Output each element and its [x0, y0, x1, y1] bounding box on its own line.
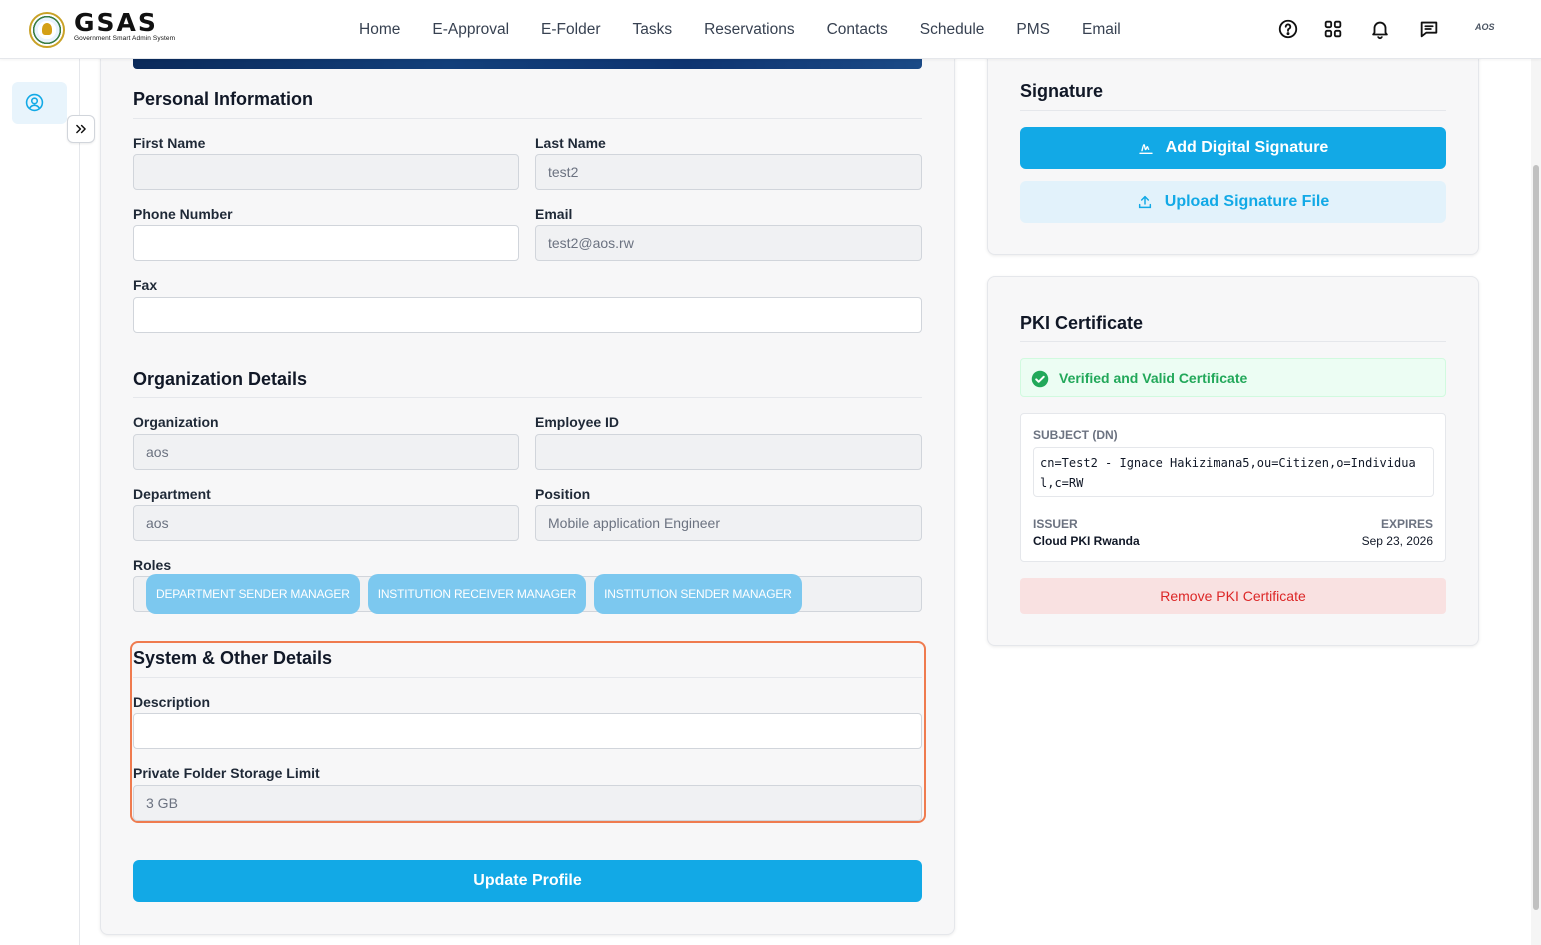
- role-chip: DEPARTMENT SENDER MANAGER: [146, 574, 360, 614]
- expires-value: Sep 23, 2026: [1361, 534, 1433, 548]
- roles-label: Roles: [133, 557, 172, 573]
- fax-field[interactable]: [133, 297, 922, 333]
- expires-label: EXPIRES: [1380, 517, 1433, 531]
- nav-email[interactable]: Email: [1066, 21, 1137, 39]
- apps-grid-icon[interactable]: [1322, 18, 1344, 40]
- logo-subtitle: Government Smart Admin System: [74, 35, 176, 42]
- pki-title: PKI Certificate: [1020, 313, 1144, 333]
- certificate-details: SUBJECT (DN) cn=Test2 - Ignace Hakiziman…: [1020, 413, 1446, 562]
- organization-field[interactable]: aos: [133, 434, 519, 470]
- sidebar-item-profile[interactable]: [12, 82, 67, 124]
- top-bar: GSAS Government Smart Admin System Home …: [0, 0, 1541, 59]
- chevrons-right-icon: [76, 124, 86, 134]
- first-name-label: First Name: [133, 135, 206, 151]
- certificate-status-text: Verified and Valid Certificate: [1059, 370, 1248, 386]
- side-rail: [0, 59, 95, 945]
- update-profile-button[interactable]: Update Profile: [133, 860, 922, 902]
- nav-contacts[interactable]: Contacts: [811, 21, 904, 39]
- remove-pki-certificate-button[interactable]: Remove PKI Certificate: [1020, 578, 1446, 614]
- upload-icon: [1138, 195, 1151, 209]
- check-circle-icon: [1031, 370, 1049, 388]
- chat-icon[interactable]: [1418, 18, 1440, 40]
- first-name-field[interactable]: [133, 154, 519, 190]
- fax-label: Fax: [133, 277, 158, 293]
- issuer-value: Cloud PKI Rwanda: [1033, 534, 1140, 548]
- bell-icon[interactable]: [1369, 18, 1391, 40]
- user-circle-icon: [25, 93, 44, 112]
- nav-tasks[interactable]: Tasks: [616, 21, 688, 39]
- department-field[interactable]: aos: [133, 505, 519, 541]
- role-chip: INSTITUTION RECEIVER MANAGER: [367, 574, 587, 614]
- email-label: Email: [535, 206, 573, 222]
- position-label: Position: [535, 486, 591, 502]
- nav-reservations[interactable]: Reservations: [688, 21, 810, 39]
- logo-text[interactable]: GSAS: [74, 10, 158, 35]
- main-nav: Home E-Approval E-Folder Tasks Reservati…: [343, 0, 1137, 59]
- organization-details-title: Organization Details: [133, 369, 308, 389]
- nav-e-approval[interactable]: E-Approval: [416, 21, 525, 39]
- nav-home[interactable]: Home: [343, 21, 416, 39]
- divider: [133, 118, 922, 119]
- certificate-status-banner: Verified and Valid Certificate: [1020, 358, 1446, 397]
- issuer-label: ISSUER: [1033, 517, 1078, 531]
- phone-field[interactable]: [133, 225, 519, 261]
- upload-signature-button[interactable]: Upload Signature File: [1020, 181, 1446, 223]
- phone-label: Phone Number: [133, 206, 233, 222]
- help-icon[interactable]: [1277, 18, 1299, 40]
- signature-pen-icon: [1138, 144, 1153, 154]
- divider: [1020, 110, 1446, 111]
- subject-label: SUBJECT (DN): [1033, 428, 1118, 442]
- roles-field[interactable]: DEPARTMENT SENDER MANAGER INSTITUTION RE…: [133, 574, 922, 614]
- last-name-label: Last Name: [535, 135, 606, 151]
- storage-limit-label: Private Folder Storage Limit: [133, 765, 320, 781]
- add-digital-signature-button[interactable]: Add Digital Signature: [1020, 127, 1446, 169]
- nav-e-folder[interactable]: E-Folder: [525, 21, 616, 39]
- divider: [1020, 341, 1446, 342]
- personal-info-title: Personal Information: [133, 89, 314, 109]
- employee-id-field[interactable]: [535, 434, 922, 470]
- signature-title: Signature: [1020, 81, 1104, 101]
- government-emblem-icon[interactable]: [29, 12, 65, 48]
- divider: [133, 677, 922, 678]
- department-label: Department: [133, 486, 211, 502]
- description-field[interactable]: [133, 713, 922, 749]
- profile-banner: [133, 59, 922, 69]
- roles-chips: DEPARTMENT SENDER MANAGER INSTITUTION RE…: [134, 574, 802, 614]
- last-name-field[interactable]: test2: [535, 154, 922, 190]
- subject-dn-value: cn=Test2 - Ignace Hakizimana5,ou=Citizen…: [1033, 447, 1434, 497]
- position-field[interactable]: Mobile application Engineer: [535, 505, 922, 541]
- description-label: Description: [133, 694, 211, 710]
- employee-id-label: Employee ID: [535, 414, 620, 430]
- sidebar-expand-button[interactable]: [67, 115, 95, 143]
- system-details-title: System & Other Details: [133, 648, 333, 668]
- organization-label: Organization: [133, 414, 219, 430]
- add-digital-signature-label: Add Digital Signature: [1165, 139, 1329, 156]
- avatar[interactable]: AOS: [1475, 22, 1495, 32]
- nav-pms[interactable]: PMS: [1000, 21, 1066, 39]
- nav-schedule[interactable]: Schedule: [904, 21, 1001, 39]
- upload-signature-label: Upload Signature File: [1164, 193, 1330, 210]
- email-field[interactable]: test2@aos.rw: [535, 225, 922, 261]
- storage-limit-field[interactable]: 3 GB: [133, 785, 922, 821]
- scrollbar-thumb[interactable]: [1533, 165, 1539, 910]
- divider: [133, 397, 922, 398]
- role-chip: INSTITUTION SENDER MANAGER: [594, 574, 802, 614]
